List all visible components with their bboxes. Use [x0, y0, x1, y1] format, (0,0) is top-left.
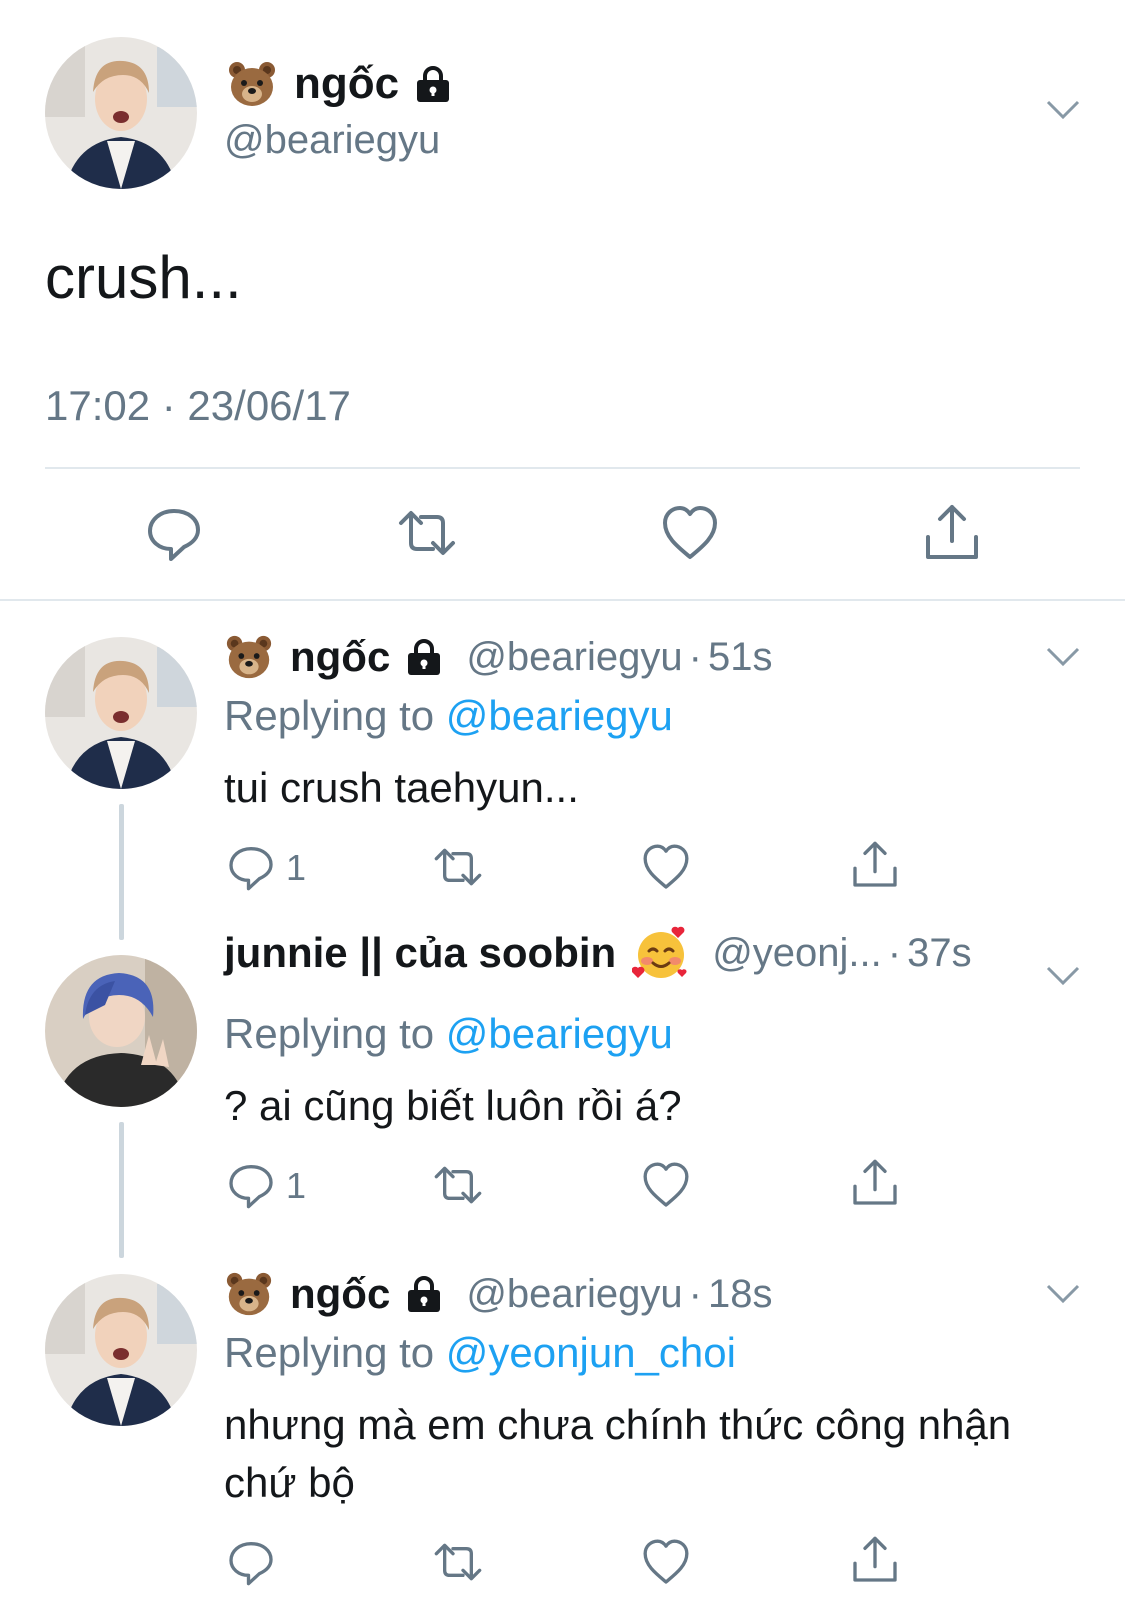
share-icon[interactable] — [850, 840, 900, 890]
mention-link[interactable]: @yeonjun_choi — [446, 1329, 736, 1376]
like-icon[interactable] — [641, 1537, 691, 1587]
like-icon[interactable] — [641, 842, 691, 892]
reply-icon[interactable] — [226, 1537, 276, 1587]
thread-line — [119, 804, 124, 940]
reply-icon[interactable] — [144, 503, 204, 563]
retweet-icon[interactable] — [433, 1537, 483, 1587]
lock-icon — [408, 1276, 441, 1312]
reply-header: ngốc @beariegyu · 51s — [224, 632, 772, 682]
replying-label: Replying to — [224, 692, 435, 739]
smiling-face-with-hearts-icon — [632, 926, 687, 978]
chevron-down-icon[interactable] — [1045, 1282, 1081, 1306]
chevron-down-icon[interactable] — [1045, 964, 1081, 988]
reply-time[interactable]: 18s — [708, 1272, 773, 1317]
replying-to: Replying to @yeonjun_choi — [224, 1329, 736, 1377]
divider — [45, 467, 1080, 469]
tweet-text: crush... — [45, 244, 242, 311]
author-name[interactable]: junnie || của soobin — [224, 929, 616, 977]
retweet-icon[interactable] — [433, 842, 483, 892]
reply-time[interactable]: 37s — [907, 931, 972, 976]
replying-to: Replying to @beariegyu — [224, 1010, 673, 1058]
like-icon[interactable] — [660, 503, 720, 563]
thread-line — [119, 1122, 124, 1258]
tweet-timestamp[interactable]: 17:02 · 23/06/17 — [45, 382, 351, 430]
retweet-icon[interactable] — [397, 503, 457, 563]
lock-icon — [417, 66, 450, 102]
replying-label: Replying to — [224, 1329, 435, 1376]
bear-emoji-icon — [226, 635, 272, 679]
chevron-down-icon[interactable] — [1045, 645, 1081, 669]
author-handle[interactable]: @yeonj... — [712, 931, 882, 976]
separator: · — [887, 930, 902, 975]
mention-link[interactable]: @beariegyu — [446, 1010, 673, 1057]
reply-icon[interactable] — [226, 842, 276, 892]
author-name[interactable]: ngốc — [290, 1270, 390, 1318]
lock-icon — [408, 639, 441, 675]
section-divider — [0, 599, 1125, 601]
share-icon[interactable] — [850, 1158, 900, 1208]
reply-header: ngốc @beariegyu · 18s — [224, 1269, 772, 1319]
separator: · — [688, 634, 702, 679]
separator: · — [688, 1271, 702, 1316]
avatar[interactable] — [45, 637, 197, 789]
replying-to: Replying to @beariegyu — [224, 692, 673, 740]
like-icon[interactable] — [641, 1160, 691, 1210]
reply-count: 1 — [286, 847, 307, 888]
reply-icon[interactable] — [226, 1160, 276, 1210]
chevron-down-icon[interactable] — [1045, 98, 1081, 122]
bear-emoji-icon — [229, 62, 275, 106]
bear-emoji-icon — [226, 1272, 272, 1316]
avatar[interactable] — [45, 955, 197, 1107]
main-tweet: ngốc @beariegyu crush... 17:02 · 23/06/1… — [0, 0, 1125, 602]
replying-label: Replying to — [224, 1010, 435, 1057]
avatar[interactable] — [45, 1274, 197, 1426]
retweet-icon[interactable] — [433, 1160, 483, 1210]
share-icon[interactable] — [922, 503, 982, 563]
author-handle[interactable]: @beariegyu — [466, 635, 682, 680]
reply-count: 1 — [286, 1165, 307, 1206]
author-name[interactable]: ngốc — [294, 59, 399, 109]
reply-header: junnie || của soobin @yeonj... · 37s — [224, 924, 972, 982]
reply-text: tui crush taehyun... — [224, 764, 579, 811]
reply-text: ? ai cũng biết luôn rồi á? — [224, 1082, 682, 1129]
author-handle[interactable]: @beariegyu — [466, 1272, 682, 1317]
avatar[interactable] — [45, 37, 197, 189]
author-name-row: ngốc — [226, 58, 453, 110]
share-icon[interactable] — [850, 1535, 900, 1585]
author-name[interactable]: ngốc — [290, 633, 390, 681]
reply-text: nhưng mà em chưa chính thức công nhận ch… — [224, 1401, 1012, 1506]
reply-time[interactable]: 51s — [708, 635, 773, 680]
author-handle[interactable]: @beariegyu — [224, 118, 440, 163]
mention-link[interactable]: @beariegyu — [446, 692, 673, 739]
